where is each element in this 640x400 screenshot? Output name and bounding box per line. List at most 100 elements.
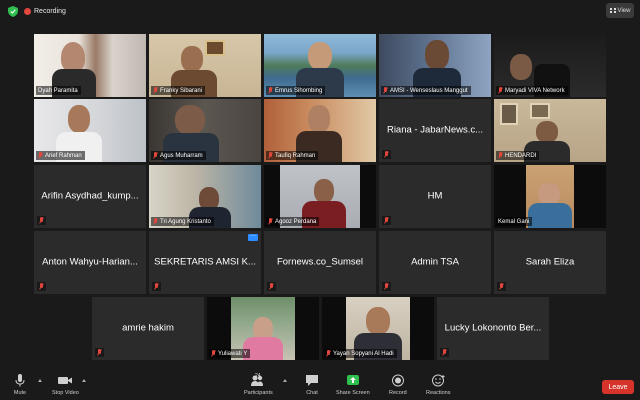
participant-name: HM	[427, 189, 443, 201]
name-tile[interactable]: Arifin Asydhad_kump...	[34, 165, 146, 228]
share-screen-button[interactable]: Share Screen	[336, 374, 370, 396]
participant-name: Anton Wahyu-Harian...	[42, 255, 138, 267]
participant-name: SEKRETARIS AMSI K...	[154, 255, 256, 267]
participants-button[interactable]: 24 Participants	[244, 373, 273, 396]
video-tile[interactable]: Arief Rahman	[34, 99, 146, 162]
muted-mic-icon	[326, 350, 331, 357]
audio-options-caret-icon[interactable]	[38, 379, 42, 382]
muted-mic-icon	[211, 350, 216, 357]
participant-face	[425, 40, 449, 70]
muted-mic-icon	[498, 152, 503, 159]
participant-face	[314, 179, 334, 203]
muted-mic-icon	[268, 87, 273, 94]
muted-mic-icon	[152, 282, 161, 291]
name-tag: Agus Muharram	[151, 151, 206, 160]
name-tag: Yuliawati Y	[209, 349, 251, 358]
name-tile[interactable]: Admin TSA	[379, 231, 491, 294]
recording-dot-icon	[24, 7, 31, 15]
participant-face	[181, 46, 203, 72]
video-camera-icon	[58, 377, 73, 384]
muted-mic-icon	[268, 152, 273, 159]
video-options-caret-icon[interactable]	[82, 379, 86, 382]
participant-name: Franky Sibarani	[160, 87, 203, 94]
participant-name: Yayan Sopyani Al Hadi	[333, 350, 394, 357]
record-label: Record	[389, 390, 407, 396]
video-tile[interactable]: Yayan Sopyani Al Hadi	[322, 297, 434, 360]
name-tile[interactable]: Riana - JabarNews.c...	[379, 99, 491, 162]
view-label: View	[617, 7, 631, 14]
video-tile[interactable]: Maryadi VIVA Network	[494, 34, 606, 97]
video-tile[interactable]: Agooz Perdana	[264, 165, 376, 228]
name-tag: Franky Sibarani	[151, 86, 206, 95]
participant-face	[536, 121, 558, 143]
reactions-button[interactable]: Reactions	[426, 374, 450, 396]
muted-mic-icon	[153, 218, 158, 225]
name-tile[interactable]: HM	[379, 165, 491, 228]
leave-button[interactable]: Leave	[602, 380, 634, 394]
name-tile[interactable]: Anton Wahyu-Harian...	[34, 231, 146, 294]
participant-face	[68, 105, 90, 133]
name-tile[interactable]: amrie hakim	[92, 297, 204, 360]
video-tile[interactable]: Kemal Gani	[494, 165, 606, 228]
participant-name: Admin TSA	[411, 255, 459, 267]
participant-name: Maryadi VIVA Network	[505, 87, 565, 94]
participant-name: Agus Muharram	[160, 152, 203, 159]
record-icon	[391, 374, 404, 387]
participants-label: Participants	[244, 390, 273, 396]
muted-mic-icon	[268, 218, 273, 225]
participant-face	[366, 307, 390, 335]
recording-indicator[interactable]: Recording	[24, 5, 66, 17]
muted-mic-icon	[95, 348, 104, 357]
security-shield-icon[interactable]	[8, 6, 18, 17]
stop-video-label: Stop Video	[52, 390, 79, 396]
name-tile[interactable]: SEKRETARIS AMSI K... ···	[149, 231, 261, 294]
name-tag: Emrus Sihombing	[266, 86, 326, 95]
stop-video-button[interactable]: Stop Video	[52, 374, 79, 396]
name-tag: Maryadi VIVA Network	[496, 86, 568, 95]
video-tile[interactable]: Taufiq Rahman	[264, 99, 376, 162]
participant-face	[175, 105, 205, 135]
video-tile[interactable]: HENDARDI	[494, 99, 606, 162]
more-options-icon[interactable]: ···	[248, 233, 258, 241]
mute-button[interactable]: Mute	[12, 374, 28, 396]
muted-mic-icon	[37, 282, 46, 291]
share-screen-label: Share Screen	[336, 390, 370, 396]
share-screen-icon	[346, 375, 359, 385]
name-tile[interactable]: Lucky Lokononto Ber...	[437, 297, 549, 360]
participant-name: Taufiq Rahman	[275, 152, 316, 159]
chat-label: Chat	[306, 390, 318, 396]
record-button[interactable]: Record	[389, 374, 407, 396]
participants-options-caret-icon[interactable]	[283, 379, 287, 382]
chat-button[interactable]: Chat	[304, 374, 320, 396]
video-tile[interactable]: Agus Muharram	[149, 99, 261, 162]
video-tile[interactable]: AMSI - Wenseslaus Manggut	[379, 34, 491, 97]
name-tile[interactable]: Sarah Eliza	[494, 231, 606, 294]
muted-mic-icon	[440, 348, 449, 357]
participant-body	[528, 203, 572, 228]
muted-mic-icon	[153, 152, 158, 159]
name-tag: Taufiq Rahman	[266, 151, 319, 160]
muted-mic-icon	[382, 150, 391, 159]
participant-name: Fornews.co_Sumsel	[276, 255, 364, 267]
participant-face	[538, 183, 560, 205]
muted-mic-icon	[38, 152, 43, 159]
chat-bubble-icon	[306, 375, 318, 386]
name-tag: Arief Rahman	[36, 151, 85, 160]
reactions-label: Reactions	[426, 390, 451, 396]
leave-label: Leave	[608, 383, 628, 391]
participants-count: 24	[255, 373, 261, 379]
emoji-reaction-icon	[432, 374, 445, 387]
video-tile[interactable]: Franky Sibarani	[149, 34, 261, 97]
name-tile[interactable]: Fornews.co_Sumsel	[264, 231, 376, 294]
muted-mic-icon	[153, 87, 158, 94]
view-button[interactable]: View	[606, 3, 634, 18]
wall-picture	[205, 40, 225, 56]
participant-name: Emrus Sihombing	[275, 87, 323, 94]
video-tile[interactable]: Emrus Sihombing	[264, 34, 376, 97]
active-speaker-tile[interactable]: Tri Agung Kristanto	[149, 165, 261, 228]
grid-icon	[609, 8, 616, 13]
video-tile[interactable]: Dyah Paramita	[34, 34, 146, 97]
name-tag: Agooz Perdana	[266, 217, 320, 226]
muted-mic-icon	[382, 216, 391, 225]
video-tile[interactable]: Yuliawati Y	[207, 297, 319, 360]
